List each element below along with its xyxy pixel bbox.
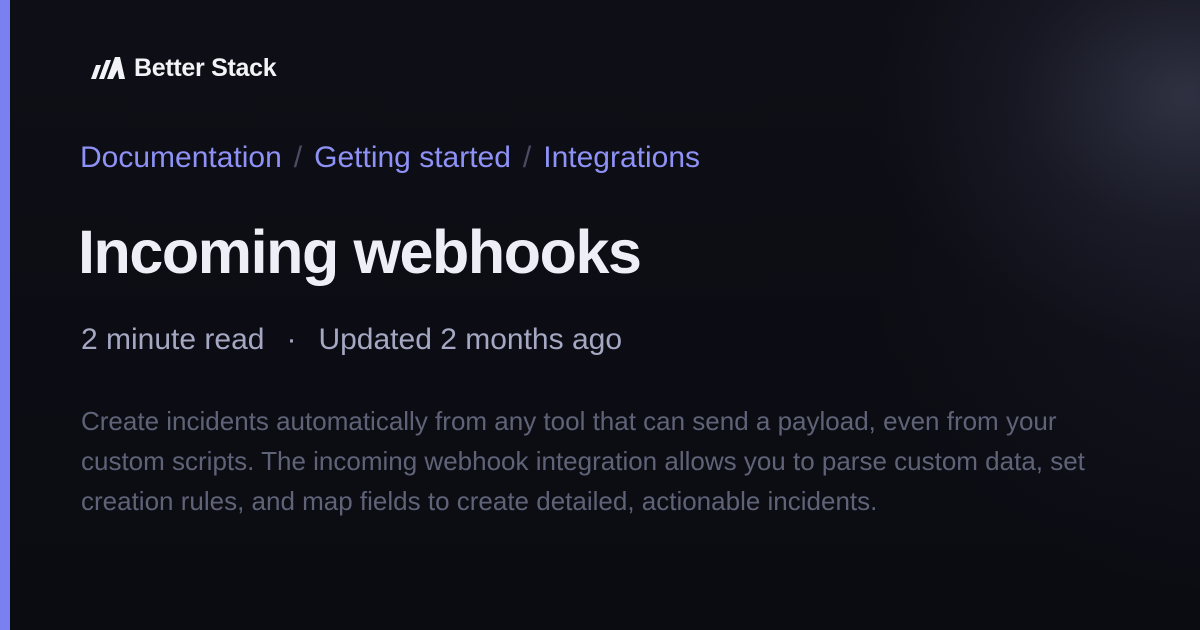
read-time: 2 minute read [81, 323, 265, 356]
updated-timestamp: Updated 2 months ago [318, 323, 622, 356]
breadcrumb-item-documentation[interactable]: Documentation [80, 141, 282, 175]
breadcrumb-item-getting-started[interactable]: Getting started [314, 141, 511, 175]
better-stack-logo-icon [91, 57, 125, 79]
breadcrumb: Documentation / Getting started / Integr… [80, 141, 700, 175]
article-meta: 2 minute read · Updated 2 months ago [81, 323, 622, 357]
brand-logo[interactable]: Better Stack [90, 53, 277, 82]
breadcrumb-separator: / [293, 141, 303, 174]
brand-name: Better Stack [134, 53, 277, 82]
page-description: Create incidents automatically from any … [81, 406, 1085, 516]
accent-bar [0, 0, 10, 630]
background [0, 0, 1200, 630]
breadcrumb-item-integrations[interactable]: Integrations [543, 141, 700, 175]
breadcrumb-separator: / [522, 141, 532, 174]
meta-separator: · [286, 323, 297, 356]
page-title: Incoming webhooks [78, 218, 642, 286]
